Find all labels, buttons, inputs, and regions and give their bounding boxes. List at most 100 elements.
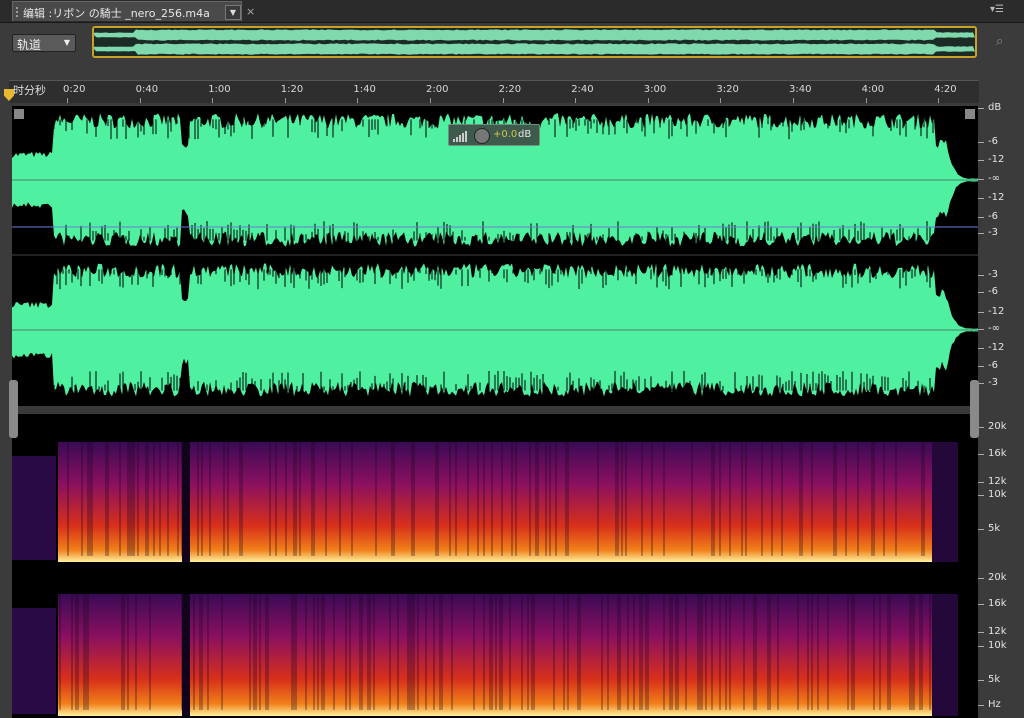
scale-tick [978, 217, 984, 218]
scale-tick [978, 292, 984, 293]
scale-tick [978, 160, 984, 161]
scale-tick [978, 495, 984, 496]
ruler-tick-mark [793, 98, 794, 103]
spectrogram-tail [932, 442, 958, 562]
ruler-tick-label: 0:40 [135, 84, 159, 95]
waveform-display[interactable] [12, 106, 978, 406]
scale-tick [978, 329, 984, 330]
scale-label: 5k [988, 674, 1001, 685]
scale-tick [978, 529, 984, 530]
scale-label: -∞ [988, 323, 1000, 334]
scale-label: -12 [988, 154, 1005, 165]
scale-label: 12k [988, 626, 1007, 637]
scale-label: 5k [988, 523, 1001, 534]
scale-label: -6 [988, 360, 998, 371]
scale-label: 20k [988, 572, 1007, 583]
scale-label: -12 [988, 192, 1005, 203]
ruler-tick-mark [357, 98, 359, 103]
overview-channel [94, 43, 975, 55]
scale-label: 10k [988, 489, 1007, 500]
tab-grip-icon[interactable] [16, 7, 22, 17]
ruler-tick-mark [502, 98, 504, 103]
scale-tick [978, 482, 984, 483]
time-unit-label: 时分秒 [13, 84, 46, 97]
gain-value: +0.0 [493, 129, 518, 140]
scale-label: -6 [988, 136, 998, 147]
scale-label: 16k [988, 598, 1007, 609]
overview-channel [94, 29, 975, 41]
ruler-tick-label: 2:20 [498, 84, 522, 95]
gain-unit: dB [518, 129, 532, 140]
spectrogram-intro [12, 456, 56, 560]
scale-tick [978, 366, 984, 367]
ruler-tick-label: 1:40 [353, 84, 376, 95]
scale-label: -∞ [988, 173, 1000, 184]
scale-tick [978, 142, 984, 143]
ruler-tick-label: 2:00 [426, 84, 449, 95]
ruler-tick-label: 1:00 [208, 84, 231, 95]
tab-close-button[interactable]: × [246, 5, 255, 18]
overview-waveform-graphic [94, 28, 975, 56]
left-resize-handle[interactable] [9, 380, 18, 438]
magnifier-icon[interactable]: ⌕ [996, 34, 1003, 49]
scale-label: 20k [988, 421, 1007, 432]
view-splitter[interactable] [12, 406, 978, 414]
scale-tick [978, 312, 984, 313]
scale-label: dB [988, 102, 1002, 113]
ruler-tick-label: 2:40 [571, 84, 594, 95]
scale-tick [978, 632, 984, 633]
scale-label: -6 [988, 211, 998, 222]
panel-menu-icon[interactable]: ▾☰ [990, 4, 1004, 15]
time-ruler[interactable]: 0:20 0:40 1:00 1:20 1:40 2:00 2:20 2:40 3:00 3:20… [9, 80, 979, 103]
amplitude-frequency-scale: dB -6 -12 -∞ -12 -6 -3 -3 -6 -12 -∞ -12 -6 -3 20k 16k 12… [978, 102, 1024, 718]
waveform-graphic [12, 113, 978, 397]
gain-hud[interactable]: +0.0 dB [448, 124, 540, 146]
scale-tick [978, 454, 984, 455]
ruler-tick-mark [67, 98, 68, 103]
ruler-tick-mark [865, 98, 867, 103]
ruler-tick-mark [720, 98, 722, 103]
scale-tick [978, 680, 984, 681]
tab-dropdown-button[interactable]: ▼ [225, 5, 241, 20]
scale-label: -6 [988, 286, 998, 297]
track-select-value: 轨道 [17, 38, 42, 52]
corner-handle-icon[interactable] [965, 109, 975, 119]
scale-label: 12k [988, 476, 1007, 487]
spectral-display[interactable] [12, 414, 978, 718]
ruler-tick-mark [284, 98, 286, 103]
scale-tick [978, 705, 984, 706]
spectrogram-gap [182, 594, 190, 716]
scale-tick [978, 348, 984, 349]
scale-label: Hz [988, 699, 1001, 710]
corner-handle-icon[interactable] [14, 109, 24, 119]
ruler-tick-mark [647, 98, 649, 103]
scale-tick [978, 275, 984, 276]
scale-tick [978, 233, 984, 234]
scale-label: -3 [988, 377, 998, 388]
track-select[interactable]: 轨道 ▼ [12, 34, 76, 52]
scale-label: 10k [988, 640, 1007, 651]
scale-tick [978, 604, 984, 605]
ruler-tick-label: 4:00 [861, 84, 885, 95]
spectrogram-tail [932, 594, 958, 716]
ruler-tick-mark [938, 98, 940, 103]
ruler-tick-label: 4:20 [934, 84, 957, 95]
scale-label: -3 [988, 269, 998, 280]
scale-tick [978, 108, 984, 109]
scale-tick [978, 578, 984, 579]
scale-tick [978, 179, 984, 180]
level-meter-icon [453, 131, 467, 142]
gain-knob[interactable] [474, 128, 490, 144]
ruler-tick-mark [430, 98, 431, 103]
spectrogram-intro [12, 608, 56, 714]
ruler-tick-mark [139, 98, 141, 103]
editor-tab-title: 编辑 :リボン の騎士 _nero_256.m4a [23, 7, 210, 20]
scale-tick [978, 646, 984, 647]
overview-waveform[interactable] [92, 26, 977, 58]
editor-tab[interactable]: 编辑 :リボン の騎士 _nero_256.m4a ▼ × [12, 1, 255, 21]
ruler-tick-mark [212, 98, 214, 103]
ruler-tick-label: 0:20 [63, 84, 86, 95]
ruler-tick-label: 3:20 [716, 84, 739, 95]
right-resize-handle[interactable] [970, 380, 979, 438]
ruler-tick-label: 1:20 [280, 84, 304, 95]
